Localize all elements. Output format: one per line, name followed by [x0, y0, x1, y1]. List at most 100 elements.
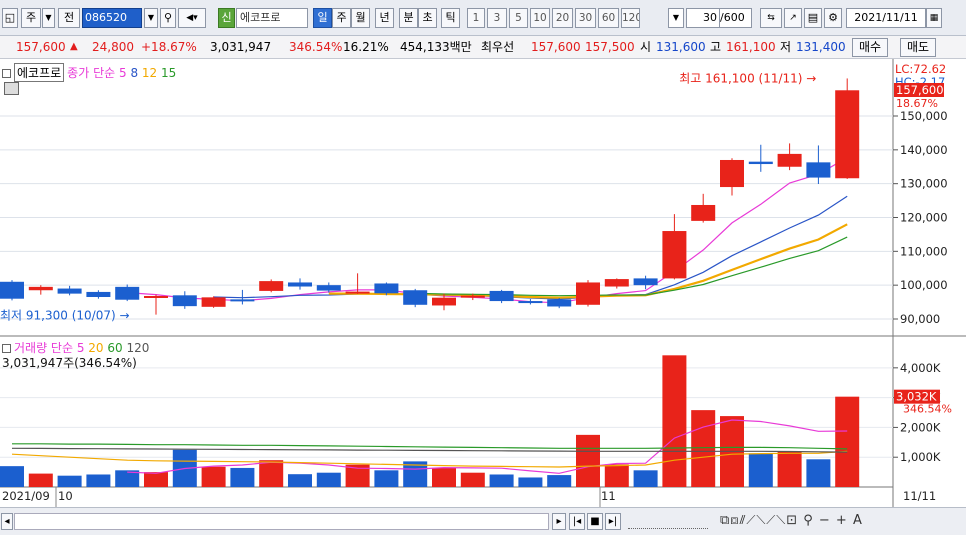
volume-bar	[748, 453, 773, 487]
x-axis-label: 2021/09	[2, 489, 50, 503]
volume-bar	[374, 470, 399, 487]
volume-bar	[259, 460, 284, 487]
legend-checkbox-icon[interactable]	[2, 69, 11, 78]
candle-body	[547, 299, 572, 307]
zoom-slider[interactable]	[628, 514, 708, 529]
candle-body	[374, 283, 399, 294]
candle-body	[172, 295, 197, 307]
volume-ma-legend-periods: 5 20 60 120	[77, 341, 150, 355]
price-tick-label: 150,000	[900, 109, 948, 123]
candle-body	[518, 301, 543, 304]
volume-bar	[691, 410, 716, 487]
price-tick-label: 110,000	[900, 244, 948, 258]
volume-bar	[0, 466, 24, 487]
last-volume-tag: 3,032K	[896, 390, 937, 404]
stop-icon[interactable]: ■	[587, 513, 603, 530]
volume-bar	[576, 434, 600, 487]
ma-legend-period-3: 15	[157, 66, 177, 80]
volume-bar	[662, 355, 687, 487]
candle-body	[201, 297, 226, 307]
ma-legend-period-1: 8	[126, 66, 139, 80]
candle-body	[460, 295, 485, 298]
candle-body	[115, 286, 140, 300]
price-tick-label: 90,000	[900, 312, 940, 326]
volume-ma-legend-period-2: 60	[103, 341, 123, 355]
volume-ma-legend-period-3: 120	[122, 341, 150, 355]
volume-bar	[633, 470, 658, 487]
price-tick-label: 140,000	[900, 143, 948, 157]
lc-label: LC:72.62	[895, 62, 946, 76]
volume-bar	[777, 451, 802, 487]
volume-bar	[144, 472, 168, 487]
volume-bar	[547, 475, 572, 487]
candle-body	[691, 204, 716, 221]
candle-body	[0, 281, 24, 299]
low-annotation: 최저 91,300 (10/07) →	[0, 309, 130, 323]
last-price-tag: 157,600	[896, 83, 944, 97]
volume-tick-label: 2,000K	[900, 420, 941, 434]
candle-body	[144, 295, 168, 298]
candle-body	[576, 282, 600, 305]
price-tick-label: 100,000	[900, 278, 948, 292]
candle-body	[720, 159, 744, 188]
volume-bar	[86, 474, 111, 487]
candle-body	[345, 291, 370, 294]
price-tick-label: 130,000	[900, 177, 948, 191]
candle-body	[57, 288, 82, 294]
price-tick-label: 120,000	[900, 211, 948, 225]
volume-bar	[57, 475, 82, 487]
volume-bar	[518, 477, 543, 487]
candle-body	[604, 279, 629, 287]
candle-body	[748, 161, 773, 165]
candle-body	[288, 282, 312, 287]
last-volume-pct: 346.54%	[903, 403, 952, 416]
candle-body	[316, 285, 341, 291]
candle-body	[28, 286, 53, 291]
last-page-icon[interactable]: ▸|	[605, 513, 621, 530]
volume-bar	[288, 474, 312, 487]
candle-body	[259, 281, 284, 291]
last-pct-tag: 18.67%	[896, 97, 938, 110]
stock-tag: 에코프로	[14, 63, 65, 82]
volume-bar	[316, 472, 341, 487]
volume-legend-label: 거래량 단순	[14, 341, 74, 355]
scroll-right-icon[interactable]: ▸	[552, 513, 566, 530]
candle-body	[432, 297, 456, 306]
volume-bar	[835, 396, 860, 487]
volume-text: 3,031,947주(346.54%)	[2, 356, 137, 370]
volume-bar	[201, 466, 226, 487]
candle-body	[86, 291, 111, 298]
volume-ma-legend-period-1: 20	[84, 341, 104, 355]
volume-bar	[28, 473, 53, 487]
candle-body	[835, 90, 860, 179]
horizontal-scrollbar[interactable]	[14, 513, 549, 530]
candle-body	[806, 162, 831, 178]
grid-toggle-icon[interactable]	[4, 82, 19, 95]
volume-legend-checkbox-icon[interactable]	[2, 344, 11, 353]
volume-bar	[432, 467, 456, 487]
chart-tools[interactable]: ⧉⧈⫽⟋⟍⟋⟍⊡ ⚲ − + A	[720, 513, 863, 528]
volume-tick-label: 4,000K	[900, 361, 941, 375]
candle-body	[777, 153, 802, 167]
ma-legend-period-2: 12	[138, 66, 158, 80]
high-annotation: 최고 161,100 (11/11) →	[679, 71, 816, 85]
volume-bar	[489, 474, 514, 487]
x-axis-label: 11/11	[903, 489, 936, 503]
ma-legend-periods: 5 8 12 15	[119, 66, 176, 80]
ma-legend-label: 종가 단순	[67, 66, 116, 80]
candle-body	[403, 290, 428, 305]
volume-bar	[460, 472, 485, 487]
first-page-icon[interactable]: |◂	[569, 513, 585, 530]
price-legend: 에코프로 종가 단순 5 8 12 15	[2, 63, 176, 82]
candle-body	[230, 299, 255, 302]
x-axis-label: 11	[601, 489, 616, 503]
candle-body	[662, 231, 687, 279]
scroll-left-icon[interactable]: ◂	[1, 513, 13, 530]
volume-bar	[604, 464, 629, 487]
volume-tick-label: 1,000K	[900, 450, 941, 464]
ma-legend-period-0: 5	[118, 66, 127, 80]
candle-body	[489, 290, 514, 302]
x-axis-label: 10	[58, 489, 73, 503]
candle-body	[633, 278, 658, 286]
volume-bar	[230, 467, 255, 487]
